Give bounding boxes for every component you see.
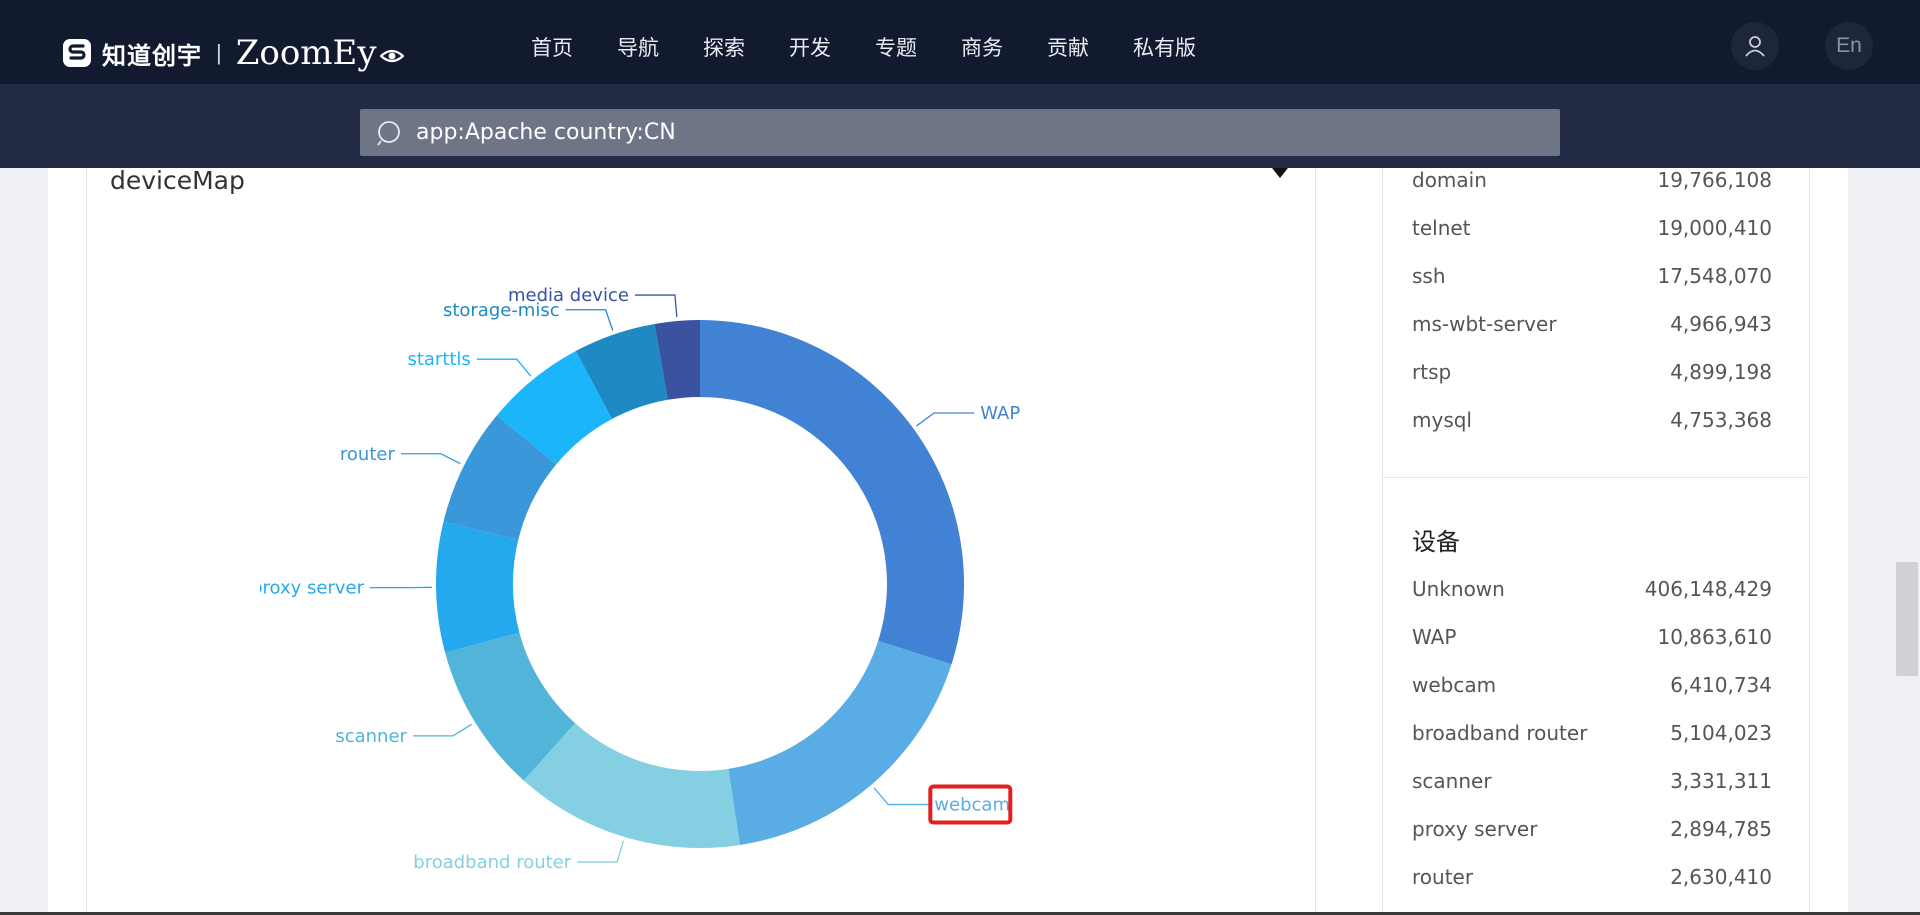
slice-label[interactable]: proxy server bbox=[260, 578, 365, 599]
user-icon bbox=[1745, 36, 1765, 57]
service-name: mysql bbox=[1412, 408, 1472, 432]
device-row[interactable]: proxy server 2,894,785 bbox=[1412, 817, 1772, 841]
devices-section-title: 设备 bbox=[1412, 528, 1460, 556]
device-row[interactable]: webcam 6,410,734 bbox=[1412, 673, 1772, 697]
device-name: WAP bbox=[1412, 625, 1457, 649]
service-row[interactable]: mysql 4,753,368 bbox=[1412, 408, 1772, 432]
service-row[interactable]: ssh 17,548,070 bbox=[1412, 264, 1772, 288]
device-name: proxy server bbox=[1412, 817, 1538, 841]
donut-slice-webcam[interactable] bbox=[728, 640, 952, 845]
device-count: 5,104,023 bbox=[1670, 721, 1772, 745]
nav-business[interactable]: 商务 bbox=[961, 32, 1003, 62]
slice-label[interactable]: router bbox=[340, 444, 396, 465]
label-leader-line bbox=[412, 723, 473, 737]
language-button[interactable]: En bbox=[1825, 22, 1873, 70]
label-leader-line bbox=[873, 787, 929, 806]
logo-text-zoomeye: ZoomEy bbox=[235, 33, 377, 73]
eye-icon bbox=[379, 49, 404, 63]
slice-label[interactable]: webcam bbox=[934, 795, 1010, 816]
user-button[interactable] bbox=[1731, 22, 1779, 70]
sidebar-divider bbox=[1382, 477, 1808, 478]
service-name: rtsp bbox=[1412, 360, 1452, 384]
label-leader-line bbox=[577, 840, 625, 863]
nav-topics[interactable]: 专题 bbox=[875, 32, 917, 62]
device-row[interactable]: Unknown 406,148,429 bbox=[1412, 577, 1772, 601]
service-name: ms-wbt-server bbox=[1412, 312, 1557, 336]
donut-slice-proxy-server[interactable] bbox=[436, 521, 520, 653]
zhidao-logo-icon bbox=[63, 39, 91, 67]
device-count: 3,331,311 bbox=[1670, 769, 1772, 793]
service-row[interactable]: rtsp 4,899,198 bbox=[1412, 360, 1772, 384]
service-count: 4,899,198 bbox=[1670, 360, 1772, 384]
device-name: router bbox=[1412, 865, 1474, 889]
nav-develop[interactable]: 开发 bbox=[789, 32, 831, 62]
device-count: 2,630,410 bbox=[1670, 865, 1772, 889]
slice-label[interactable]: WAP bbox=[980, 403, 1020, 424]
device-name: broadband router bbox=[1412, 721, 1588, 745]
service-count: 4,753,368 bbox=[1670, 408, 1772, 432]
page-scrollbar-thumb[interactable] bbox=[1896, 562, 1918, 676]
slice-label[interactable]: broadband router bbox=[413, 852, 571, 873]
device-row[interactable]: scanner 3,331,311 bbox=[1412, 769, 1772, 793]
service-row[interactable]: ms-wbt-server 4,966,943 bbox=[1412, 312, 1772, 336]
label-leader-line bbox=[634, 294, 678, 318]
device-row[interactable]: router 2,630,410 bbox=[1412, 865, 1772, 889]
logo-separator: | bbox=[216, 40, 222, 65]
service-row[interactable]: domain 19,766,108 bbox=[1412, 168, 1772, 192]
service-count: 4,966,943 bbox=[1670, 312, 1772, 336]
label-leader-line bbox=[916, 412, 975, 427]
device-count: 2,894,785 bbox=[1670, 817, 1772, 841]
device-count: 406,148,429 bbox=[1644, 577, 1772, 601]
slice-label[interactable]: starttls bbox=[407, 349, 470, 370]
slice-label[interactable]: scanner bbox=[335, 726, 407, 747]
logo-text-cn: 知道创宇 bbox=[102, 41, 202, 70]
service-row[interactable]: telnet 19,000,410 bbox=[1412, 216, 1772, 240]
device-name: webcam bbox=[1412, 673, 1497, 697]
label-leader-line bbox=[565, 309, 614, 331]
nav-home[interactable]: 首页 bbox=[531, 32, 573, 62]
panel-title: deviceMap bbox=[110, 166, 245, 195]
device-count: 6,410,734 bbox=[1670, 673, 1772, 697]
service-name: ssh bbox=[1412, 264, 1446, 288]
device-row[interactable]: broadband router 5,104,023 bbox=[1412, 721, 1772, 745]
donut-slice-WAP[interactable] bbox=[700, 320, 964, 665]
search-input[interactable] bbox=[414, 119, 1518, 146]
search-icon bbox=[377, 120, 400, 146]
service-count: 19,766,108 bbox=[1657, 168, 1772, 192]
service-count: 17,548,070 bbox=[1657, 264, 1772, 288]
label-leader-line bbox=[400, 453, 461, 465]
label-leader-line bbox=[476, 358, 532, 377]
panel-dropdown-icon[interactable] bbox=[1272, 168, 1288, 178]
nav-private[interactable]: 私有版 bbox=[1133, 32, 1196, 62]
nav-explore[interactable]: 探索 bbox=[703, 32, 745, 62]
slice-label[interactable]: media device bbox=[508, 285, 629, 306]
service-name: domain bbox=[1412, 168, 1487, 192]
device-name: scanner bbox=[1412, 769, 1492, 793]
device-map-donut-chart: WAP webcam broadband router scanner proxy se… bbox=[260, 285, 1020, 873]
service-count: 19,000,410 bbox=[1657, 216, 1772, 240]
device-count: 10,863,610 bbox=[1657, 625, 1772, 649]
nav-navigation[interactable]: 导航 bbox=[617, 32, 659, 62]
nav-contribute[interactable]: 贡献 bbox=[1047, 32, 1089, 62]
device-row[interactable]: WAP 10,863,610 bbox=[1412, 625, 1772, 649]
logo-text-en: ZoomEy bbox=[236, 33, 404, 73]
main-nav: 首页 导航 探索 开发 专题 商务 贡献 私有版 bbox=[531, 32, 1240, 62]
logo[interactable]: 知道创宇 | ZoomEy bbox=[62, 33, 404, 73]
service-name: telnet bbox=[1412, 216, 1471, 240]
search-box[interactable] bbox=[360, 109, 1560, 156]
device-name: Unknown bbox=[1412, 577, 1505, 601]
